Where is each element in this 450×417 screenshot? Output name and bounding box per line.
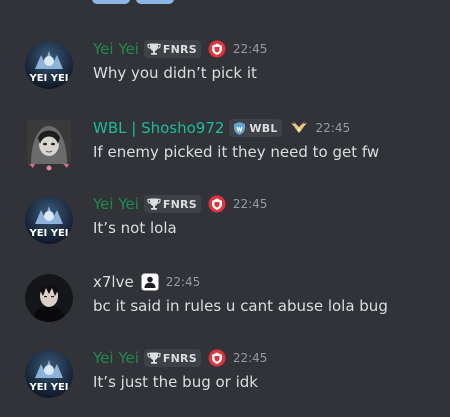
message-content: bc it said in rules u cant abuse lola bu… xyxy=(93,297,388,315)
person-icon[interactable] xyxy=(141,273,159,291)
message-content: If enemy picked it they need to get fw xyxy=(93,143,380,161)
svg-text:YEI YEI: YEI YEI xyxy=(28,228,68,239)
svg-text:YEI YEI: YEI YEI xyxy=(28,382,68,393)
server-tag-label: FNRS xyxy=(162,351,197,365)
message[interactable]: x7lve 22:45 bc it said in rules u cant a… xyxy=(0,271,450,341)
timestamp: 22:45 xyxy=(232,351,268,365)
trophy-icon xyxy=(147,198,161,210)
avatar[interactable]: YEI YEI xyxy=(25,350,73,398)
avatar[interactable]: YEI YEI xyxy=(25,196,73,244)
trophy-icon xyxy=(147,43,161,55)
username[interactable]: x7lve xyxy=(93,271,134,293)
red-emblem-icon[interactable] xyxy=(208,40,226,58)
avatar[interactable] xyxy=(25,120,73,171)
message-content: Why you didn’t pick it xyxy=(93,64,257,82)
server-tag[interactable]: FNRS xyxy=(143,40,201,58)
message[interactable]: YEI YEI Yei Yei FNRS 22:45 It’s just the… xyxy=(0,347,450,417)
message[interactable]: YEI YEI Yei Yei FNRS 22:45 Why you didn’… xyxy=(0,38,450,108)
timestamp: 22:45 xyxy=(232,197,268,211)
server-tag-label: WBL xyxy=(249,121,278,135)
message-content: It’s not lola xyxy=(93,219,177,237)
svg-text:YEI YEI: YEI YEI xyxy=(28,73,68,84)
timestamp: 22:45 xyxy=(315,121,351,135)
message[interactable]: WBL | Shosho972 WBL 22:45 If enemy picke… xyxy=(0,117,450,187)
username[interactable]: WBL | Shosho972 xyxy=(93,117,224,139)
avatar[interactable] xyxy=(25,274,73,322)
wings-icon[interactable] xyxy=(289,120,309,136)
avatar[interactable]: YEI YEI xyxy=(25,41,73,89)
message[interactable]: YEI YEI Yei Yei FNRS 22:45 It’s not lola xyxy=(0,193,450,263)
shield-icon xyxy=(234,121,246,135)
timestamp: 22:45 xyxy=(232,42,268,56)
red-emblem-icon[interactable] xyxy=(208,349,226,367)
previous-message-attachment-fragment xyxy=(92,0,174,4)
red-emblem-icon[interactable] xyxy=(208,195,226,213)
username[interactable]: Yei Yei xyxy=(93,347,139,369)
username[interactable]: Yei Yei xyxy=(93,38,139,60)
server-tag-label: FNRS xyxy=(162,197,197,211)
trophy-icon xyxy=(147,352,161,364)
message-content: It’s just the bug or idk xyxy=(93,373,258,391)
server-tag[interactable]: WBL xyxy=(229,119,282,137)
server-tag[interactable]: FNRS xyxy=(143,195,201,213)
username[interactable]: Yei Yei xyxy=(93,193,139,215)
timestamp: 22:45 xyxy=(165,275,201,289)
server-tag-label: FNRS xyxy=(162,42,197,56)
server-tag[interactable]: FNRS xyxy=(143,349,201,367)
